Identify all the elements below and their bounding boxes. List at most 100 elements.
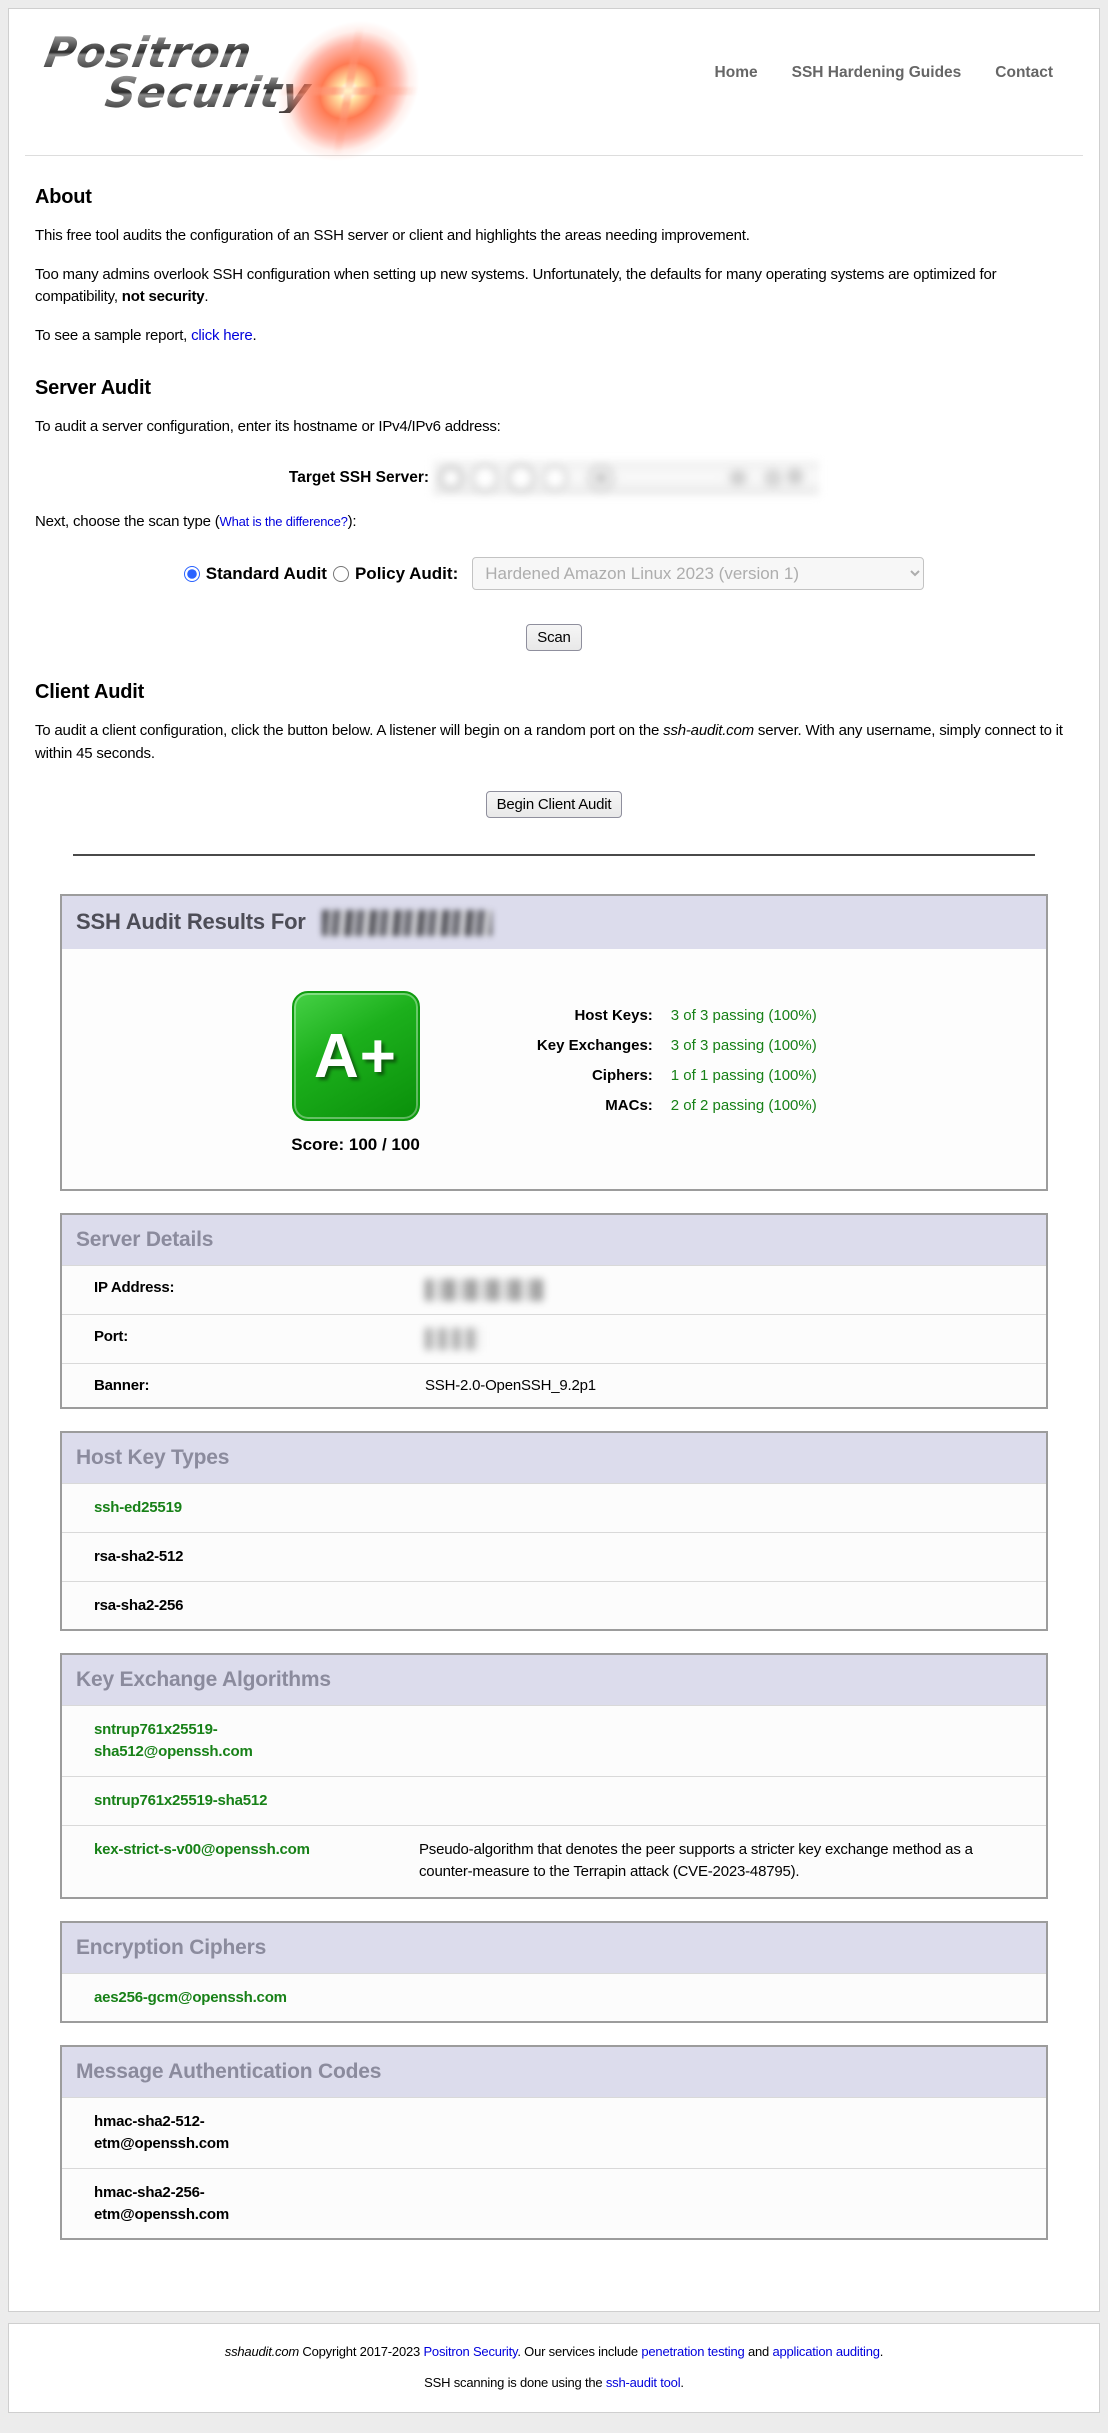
grade-column: A+ Score: 100 / 100 <box>291 991 420 1155</box>
results-body: A+ Score: 100 / 100 Host Keys: 3 of 3 pa… <box>62 949 1046 1189</box>
about-heading: About <box>35 186 1073 209</box>
ssh-audit-com-italic: ssh-audit.com <box>663 722 754 739</box>
redacted-target-host <box>322 910 492 936</box>
key-exchanges-label: Key Exchanges: <box>498 1031 653 1061</box>
sample-report-period: . <box>252 327 256 344</box>
macs-panel: Message Authentication Codes hmac-sha2-5… <box>60 2045 1048 2240</box>
nav-ssh-hardening-guides[interactable]: SSH Hardening Guides <box>792 64 962 82</box>
main-nav: Home SSH Hardening Guides Contact <box>715 64 1053 82</box>
policy-select[interactable]: Hardened Amazon Linux 2023 (version 1) <box>472 557 924 590</box>
ip-address-label: IP Address: <box>94 1279 425 1301</box>
list-item: sntrup761x25519-sha512 <box>62 1776 1046 1825</box>
results-panel-header: SSH Audit Results For <box>62 896 1046 949</box>
key-exchange-panel: Key Exchange Algorithms sntrup761x25519-… <box>60 1653 1048 1898</box>
begin-client-audit-button[interactable]: Begin Client Audit <box>486 791 623 818</box>
about-p2-period: . <box>204 288 208 305</box>
host-keys-value: 3 of 3 passing (100%) <box>671 1001 817 1031</box>
host-key-types-panel: Host Key Types ssh-ed25519 rsa-sha2-512 … <box>60 1431 1048 1631</box>
page-content: About This free tool audits the configur… <box>9 186 1099 2240</box>
host-key-types-header: Host Key Types <box>62 1433 1046 1483</box>
policy-audit-label: Policy Audit: <box>355 564 458 584</box>
footer-line-2: SSH scanning is done using the ssh-audit… <box>9 2375 1099 2390</box>
server-audit-heading: Server Audit <box>35 377 1073 400</box>
client-audit-text: To audit a client configuration, click t… <box>35 722 663 739</box>
table-row: Port: <box>62 1314 1046 1363</box>
nav-home[interactable]: Home <box>715 64 758 82</box>
positron-security-logo: Positron Security <box>29 33 378 143</box>
sample-report-text: To see a sample report, <box>35 327 191 344</box>
grade-letter: A+ <box>314 1021 397 1092</box>
not-security-bold: not security <box>122 288 205 305</box>
stat-row-macs: MACs: 2 of 2 passing (100%) <box>498 1091 817 1121</box>
footer-services-text: . Our services include <box>517 2344 641 2359</box>
list-item: aes256-gcm@openssh.com <box>62 1973 1046 2022</box>
table-row: IP Address: <box>62 1265 1046 1314</box>
target-ssh-server-input[interactable] <box>433 461 819 495</box>
list-item: hmac-sha2-256-etm@openssh.com <box>62 2168 1046 2239</box>
target-server-row: Target SSH Server: <box>35 461 1073 495</box>
starburst-flare-icon <box>266 21 431 161</box>
server-details-panel: Server Details IP Address: Port: Banner:… <box>60 1213 1048 1409</box>
table-row: Banner: SSH-2.0-OpenSSH_9.2p1 <box>62 1363 1046 1407</box>
footer-copyright-text: Copyright 2017-2023 <box>299 2344 423 2359</box>
footer-pentest-link[interactable]: penetration testing <box>641 2344 744 2359</box>
scan-button[interactable]: Scan <box>526 624 581 651</box>
main-content-box: Positron Security Home SSH Hardening Gui… <box>8 8 1100 2312</box>
standard-audit-radio[interactable] <box>184 566 200 582</box>
nav-contact[interactable]: Contact <box>995 64 1053 82</box>
kex-sntrup761x25519-sha512-openssh: sntrup761x25519-sha512@openssh.com <box>94 1719 329 1763</box>
cipher-aes256-gcm: aes256-gcm@openssh.com <box>94 1987 287 2009</box>
standard-audit-label: Standard Audit <box>206 564 327 584</box>
site-footer: sshaudit.com Copyright 2017-2023 Positro… <box>8 2323 1100 2413</box>
footer-positron-link[interactable]: Positron Security <box>423 2344 517 2359</box>
list-item: rsa-sha2-256 <box>62 1581 1046 1630</box>
key-exchanges-value: 3 of 3 passing (100%) <box>671 1031 817 1061</box>
kex-strict-note: Pseudo-algorithm that denotes the peer s… <box>419 1839 989 1884</box>
mac-hmac-sha2-512-etm: hmac-sha2-512-etm@openssh.com <box>94 2111 294 2155</box>
list-item: kex-strict-s-v00@openssh.com Pseudo-algo… <box>62 1825 1046 1897</box>
hostkey-rsa-sha2-512: rsa-sha2-512 <box>94 1546 183 1568</box>
score-text: Score: 100 / 100 <box>291 1135 420 1155</box>
banner-value: SSH-2.0-OpenSSH_9.2p1 <box>425 1377 596 1394</box>
section-divider <box>73 854 1035 856</box>
encryption-ciphers-panel: Encryption Ciphers aes256-gcm@openssh.co… <box>60 1921 1048 2024</box>
server-audit-intro: To audit a server configuration, enter i… <box>35 416 1073 439</box>
about-paragraph-1: This free tool audits the configuration … <box>35 225 1073 248</box>
key-exchange-header: Key Exchange Algorithms <box>62 1655 1046 1705</box>
footer-sshaudit-italic: sshaudit.com <box>225 2344 299 2359</box>
target-ssh-server-label: Target SSH Server: <box>289 469 429 487</box>
scan-type-line: Next, choose the scan type (What is the … <box>35 511 1073 534</box>
port-label: Port: <box>94 1328 425 1350</box>
footer-appaudit-link[interactable]: application auditing <box>772 2344 879 2359</box>
stat-row-key-exchanges: Key Exchanges: 3 of 3 passing (100%) <box>498 1031 817 1061</box>
banner-label: Banner: <box>94 1377 425 1394</box>
site-header: Positron Security Home SSH Hardening Gui… <box>25 9 1083 156</box>
list-item: rsa-sha2-512 <box>62 1532 1046 1581</box>
ssh-audit-results-panel: SSH Audit Results For A+ Score: 100 / 10… <box>60 894 1048 1191</box>
footer-line-1: sshaudit.com Copyright 2017-2023 Positro… <box>9 2344 1099 2359</box>
kex-strict-s-v00: kex-strict-s-v00@openssh.com <box>94 1839 329 1884</box>
sample-report-line: To see a sample report, click here. <box>35 325 1073 348</box>
sample-report-link[interactable]: click here <box>191 327 252 344</box>
client-audit-button-row: Begin Client Audit <box>35 791 1073 818</box>
kex-sntrup761x25519-sha512: sntrup761x25519-sha512 <box>94 1790 329 1812</box>
list-item: hmac-sha2-512-etm@openssh.com <box>62 2097 1046 2168</box>
ciphers-value: 1 of 1 passing (100%) <box>671 1061 817 1091</box>
policy-audit-radio[interactable] <box>333 566 349 582</box>
encryption-ciphers-header: Encryption Ciphers <box>62 1923 1046 1973</box>
scan-type-suffix: ): <box>348 513 357 530</box>
ciphers-label: Ciphers: <box>498 1061 653 1091</box>
footer-ssh-audit-tool-link[interactable]: ssh-audit tool <box>606 2375 681 2390</box>
what-is-difference-link[interactable]: What is the difference? <box>220 514 348 529</box>
stat-row-host-keys: Host Keys: 3 of 3 passing (100%) <box>498 1001 817 1031</box>
grade-badge: A+ <box>292 991 420 1121</box>
results-stats: Host Keys: 3 of 3 passing (100%) Key Exc… <box>498 991 817 1155</box>
scan-button-row: Scan <box>35 624 1073 651</box>
list-item: ssh-ed25519 <box>62 1483 1046 1532</box>
scan-type-options: Standard Audit Policy Audit: Hardened Am… <box>35 557 1073 590</box>
redacted-ip-address <box>425 1279 543 1301</box>
list-item: sntrup761x25519-sha512@openssh.com <box>62 1705 1046 1776</box>
hostkey-ssh-ed25519: ssh-ed25519 <box>94 1497 182 1519</box>
footer-scanning-text: SSH scanning is done using the <box>424 2375 606 2390</box>
server-details-header: Server Details <box>62 1215 1046 1265</box>
